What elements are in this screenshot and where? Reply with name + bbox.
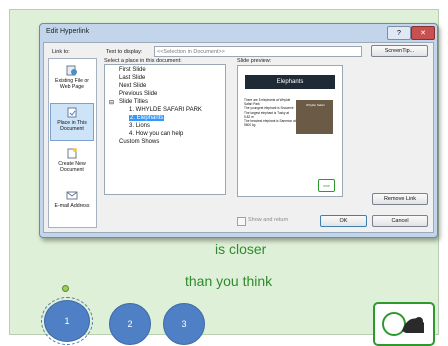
lion-logo-icon [382, 312, 424, 336]
tree-item-slide-3[interactable]: 3. Lions [129, 123, 150, 129]
slide-preview: Elephants There are 5 elephants at Whyld… [237, 65, 343, 197]
link-to-email-address[interactable]: E-mail Address [50, 187, 94, 225]
screentip-button[interactable]: ScreenTip... [371, 45, 428, 57]
link-to-place-label: Place in This Document [57, 120, 87, 132]
email-icon [66, 191, 78, 200]
circle-label-2: 2 [127, 319, 133, 329]
preview-bullet: There are 5 elephants at Whylde Safari P… [244, 98, 291, 107]
dialog-body: Link to: Text to display: <<Selection in… [43, 42, 434, 233]
circle-button-1[interactable]: 1 [41, 297, 93, 345]
slide-text-line1: is closer [215, 241, 267, 257]
text-to-display-input[interactable]: <<Selection in Document>> [154, 46, 362, 57]
link-to-existing-file-label: Existing File or Web Page [54, 78, 90, 90]
link-to-place-in-document[interactable]: Place in This Document [50, 103, 94, 141]
new-document-icon [67, 148, 77, 159]
preview-photo-caption: Whylde Safari [306, 103, 325, 107]
link-to-email-label: E-mail Address [54, 203, 90, 209]
wsp-logo [373, 302, 435, 346]
slide-preview-label: Slide preview: [237, 58, 272, 64]
tree-item-next-slide[interactable]: Next Slide [119, 83, 146, 89]
preview-bullet: The heaviest elephant is Sammon at 5500 … [244, 119, 296, 128]
link-to-create-new-document[interactable]: Create New Document [50, 145, 94, 183]
preview-bullet: The largest elephant is Tusky at 5.82 m [244, 110, 290, 119]
link-to-existing-file[interactable]: Existing File or Web Page [50, 62, 94, 100]
circle-label-1: 1 [64, 316, 70, 326]
close-button[interactable]: ✕ [411, 26, 435, 40]
tree-expand-icon[interactable]: ⊟ [109, 99, 114, 106]
dialog-title: Edit Hyperlink [46, 28, 90, 35]
circle-button-3[interactable]: 3 [163, 303, 205, 345]
tree-item-custom-shows[interactable]: Custom Shows [119, 139, 159, 145]
link-to-label: Link to: [52, 49, 70, 55]
preview-logo: WSP [318, 179, 335, 192]
show-and-return-label: Show and return [248, 217, 289, 223]
link-to-panel: Existing File or Web Page Place in This … [48, 58, 97, 228]
globe-file-icon [66, 65, 77, 76]
tree-item-slide-4[interactable]: 4. How you can help [129, 131, 183, 137]
preview-bullet: The youngest elephant is Snowmie [244, 106, 294, 111]
show-and-return-checkbox[interactable] [237, 217, 246, 226]
ok-button[interactable]: OK [320, 215, 367, 227]
close-icon: ✕ [420, 30, 426, 37]
link-to-create-new-label: Create New Document [58, 161, 86, 173]
tree-item-slide-1[interactable]: 1. WHYLDE SAFARI PARK [129, 107, 202, 113]
slide-text-line2: than you think [185, 273, 273, 289]
tree-item-slide-titles[interactable]: Slide Titles [119, 99, 148, 105]
circle-button-2[interactable]: 2 [109, 303, 151, 345]
document-place-tree[interactable]: First Slide Last Slide Next Slide Previo… [104, 64, 226, 195]
tree-item-previous-slide[interactable]: Previous Slide [119, 91, 157, 97]
preview-title: Elephants [245, 75, 335, 89]
edit-hyperlink-dialog: Edit Hyperlink ? ✕ Link to: Text to disp… [39, 23, 438, 238]
preview-bullets: There are 5 elephants at Whylde Safari P… [244, 98, 296, 127]
tree-item-slide-2[interactable]: 2. Elephants [129, 115, 165, 121]
text-to-display-label: Text to display: [106, 49, 143, 55]
rotation-handle[interactable] [62, 285, 69, 292]
circle-label-3: 3 [181, 319, 187, 329]
remove-link-button[interactable]: Remove Link [372, 193, 428, 205]
elephant-photo: Whylde Safari [296, 100, 333, 134]
cancel-button[interactable]: Cancel [372, 215, 428, 227]
help-button[interactable]: ? [387, 26, 411, 40]
tree-item-first-slide[interactable]: First Slide [119, 67, 146, 73]
tree-item-last-slide[interactable]: Last Slide [119, 75, 145, 81]
document-place-icon [67, 107, 77, 118]
